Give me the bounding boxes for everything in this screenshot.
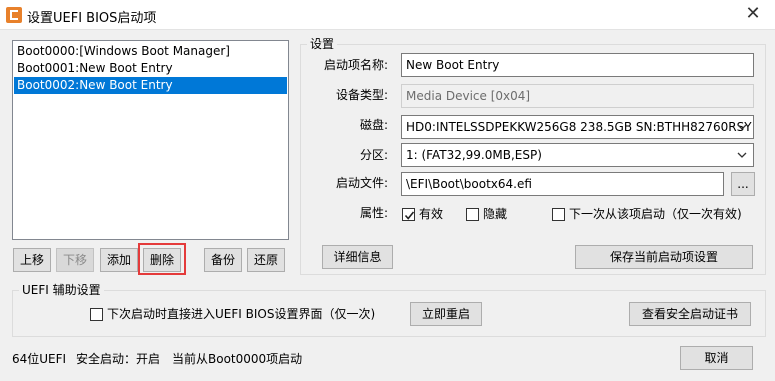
- hidden-checkbox-label: 隐藏: [483, 207, 508, 221]
- partition-select-value: 1: (FAT32,99.0MB,ESP): [406, 148, 542, 162]
- list-item[interactable]: Boot0000:[Windows Boot Manager]: [14, 43, 287, 60]
- save-settings-button[interactable]: 保存当前启动项设置: [575, 245, 753, 269]
- uefi-helper-group-title: UEFI 辅助设置: [19, 283, 104, 297]
- checkbox-box[interactable]: [552, 208, 565, 221]
- partition-select[interactable]: 1: (FAT32,99.0MB,ESP): [401, 143, 754, 167]
- attributes-label: 属性:: [359, 206, 388, 220]
- enter-bios-checkbox[interactable]: 下次启动时直接进入UEFI BIOS设置界面（仅一次): [90, 306, 390, 322]
- secure-boot-status: 安全启动：开启: [76, 352, 161, 366]
- enter-bios-checkbox-label: 下次启动时直接进入UEFI BIOS设置界面（仅一次): [107, 307, 376, 321]
- boot-name-label: 启动项名称:: [323, 58, 388, 72]
- device-type-label: 设备类型:: [335, 88, 388, 102]
- boot-entry-list[interactable]: Boot0000:[Windows Boot Manager] Boot0001…: [12, 40, 289, 240]
- window-title: 设置UEFI BIOS启动项: [27, 11, 157, 26]
- next-boot-checkbox-label: 下一次从该项启动（仅一次有效): [569, 207, 742, 221]
- disk-select-value: HD0:INTELSSDPEKKW256G8 238.5GB SN:BTHH82…: [406, 120, 752, 134]
- checkbox-box[interactable]: [466, 208, 479, 221]
- cancel-button[interactable]: 取消: [680, 346, 753, 370]
- list-item[interactable]: Boot0001:New Boot Entry: [14, 60, 287, 77]
- hidden-checkbox[interactable]: 隐藏: [466, 206, 526, 222]
- disk-label: 磁盘:: [359, 118, 388, 132]
- boot-file-label: 启动文件:: [335, 176, 388, 190]
- chevron-down-icon: [737, 152, 747, 158]
- checkmark-icon: [404, 211, 415, 220]
- uefi-mode-status: 64位UEFI: [12, 352, 67, 366]
- title-bar: 设置UEFI BIOS启动项 ✕: [0, 0, 775, 30]
- boot-file-input[interactable]: \EFI\Boot\bootx64.efi: [401, 172, 724, 196]
- move-up-button[interactable]: 上移: [13, 248, 51, 272]
- active-checkbox-label: 有效: [419, 207, 444, 221]
- app-icon: [6, 7, 22, 23]
- boot-name-input[interactable]: New Boot Entry: [401, 53, 754, 77]
- details-button[interactable]: 详细信息: [322, 245, 393, 269]
- restore-button[interactable]: 还原: [247, 248, 285, 272]
- backup-button[interactable]: 备份: [204, 248, 242, 272]
- checkbox-box[interactable]: [402, 208, 415, 221]
- list-item-selected[interactable]: Boot0002:New Boot Entry: [14, 77, 287, 94]
- disk-select[interactable]: HD0:INTELSSDPEKKW256G8 238.5GB SN:BTHH82…: [401, 115, 754, 139]
- delete-highlight-box: [138, 243, 186, 275]
- close-icon: ✕: [745, 3, 761, 24]
- current-boot-status: 当前从Boot0000项启动: [172, 352, 303, 366]
- next-boot-checkbox[interactable]: 下一次从该项启动（仅一次有效): [552, 206, 767, 222]
- chevron-down-icon: [737, 124, 747, 130]
- add-button[interactable]: 添加: [100, 248, 138, 272]
- device-type-field: Media Device [0x04]: [401, 84, 754, 108]
- close-button[interactable]: ✕: [731, 0, 775, 30]
- active-checkbox[interactable]: 有效: [402, 206, 452, 222]
- reboot-now-button[interactable]: 立即重启: [410, 302, 482, 326]
- partition-label: 分区:: [359, 148, 388, 162]
- browse-button[interactable]: ...: [731, 172, 755, 196]
- move-down-button[interactable]: 下移: [56, 248, 94, 272]
- view-secure-boot-cert-button[interactable]: 查看安全启动证书: [629, 302, 751, 326]
- checkbox-box[interactable]: [90, 308, 103, 321]
- settings-group-title: 设置: [307, 37, 338, 51]
